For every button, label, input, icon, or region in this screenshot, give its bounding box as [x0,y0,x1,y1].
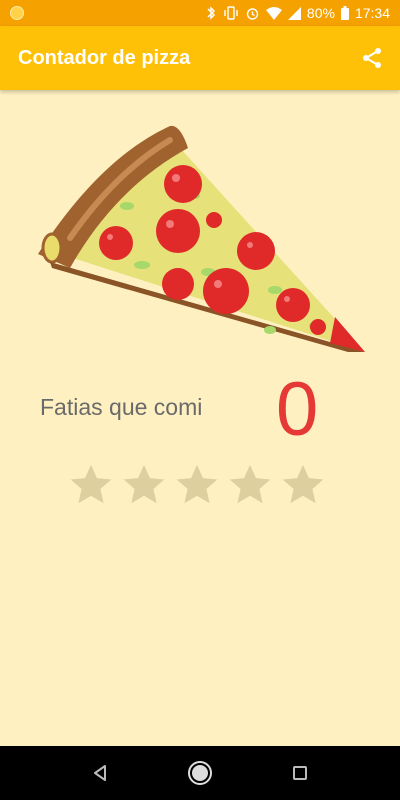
back-button[interactable] [80,753,120,793]
alarm-icon [245,6,260,21]
battery-percent: 80% [306,5,335,21]
counter-value: 0 [276,367,319,452]
rating-stars [68,462,326,508]
counter-label: Fatias que comi [40,394,203,420]
star-icon[interactable] [174,462,220,508]
pizza-slice-image[interactable] [30,118,370,358]
status-bar: 80% 17:34 [0,0,400,26]
wifi-icon [265,6,282,20]
notification-dot-icon [10,6,24,20]
navigation-bar [0,746,400,800]
share-icon [363,48,381,68]
app-bar: Contador de pizza [0,26,400,90]
back-icon [94,765,106,781]
counter-row: Fatias que comi 0 [0,370,400,450]
battery-icon [340,6,349,20]
star-icon[interactable] [227,462,273,508]
star-icon[interactable] [121,462,167,508]
home-icon [188,761,212,785]
signal-icon [287,6,301,20]
star-icon[interactable] [280,462,326,508]
bluetooth-icon [205,6,217,20]
share-button[interactable] [358,44,386,72]
vibrate-icon [223,6,239,20]
app-title: Contador de pizza [18,46,191,69]
recents-button[interactable] [280,753,320,793]
star-icon[interactable] [68,462,114,508]
clock-time: 17:34 [354,5,390,21]
recents-icon [293,766,307,780]
home-button[interactable] [180,753,220,793]
